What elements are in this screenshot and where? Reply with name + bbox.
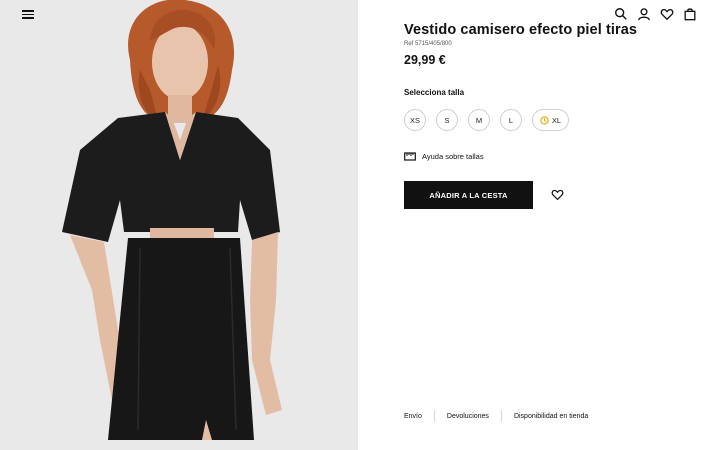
size-option-m[interactable]: M bbox=[468, 109, 490, 131]
store-availability-link[interactable]: Disponibilidad en tienda bbox=[514, 413, 588, 420]
heart-outline-icon[interactable] bbox=[551, 188, 564, 201]
size-option-xs[interactable]: XS bbox=[404, 109, 426, 131]
size-selector-label: Selecciona talla bbox=[404, 88, 465, 97]
size-option-xl-label: XL bbox=[551, 115, 562, 125]
size-guide-link[interactable]: Ayuda sobre tallas bbox=[404, 151, 484, 161]
size-guide-label: Ayuda sobre tallas bbox=[422, 151, 484, 161]
size-option-l[interactable]: L bbox=[500, 109, 522, 131]
search-icon[interactable] bbox=[614, 7, 628, 21]
hamburger-menu-icon[interactable] bbox=[22, 8, 34, 20]
product-ref: Ref 5715/405/800 bbox=[404, 41, 452, 47]
bag-icon[interactable] bbox=[683, 7, 697, 21]
divider bbox=[500, 410, 502, 422]
heart-icon[interactable] bbox=[660, 7, 674, 21]
size-option-s[interactable]: S bbox=[436, 109, 458, 131]
user-icon[interactable] bbox=[637, 7, 651, 21]
product-price: 29,99 € bbox=[404, 53, 446, 67]
model-wearing-dress-image bbox=[0, 0, 358, 450]
size-selector: XS S M L XL bbox=[404, 109, 569, 131]
returns-link[interactable]: Devoluciones bbox=[447, 413, 489, 420]
shipping-link[interactable]: Envío bbox=[404, 413, 422, 420]
ruler-icon bbox=[404, 152, 416, 161]
add-to-cart-button[interactable]: AÑADIR A LA CESTA bbox=[404, 181, 533, 209]
clock-icon bbox=[540, 115, 549, 125]
product-title: Vestido camisero efecto piel tiras bbox=[404, 22, 638, 38]
product-image bbox=[0, 0, 358, 450]
header-actions bbox=[614, 7, 697, 21]
product-footer-links: Envío Devoluciones Disponibilidad en tie… bbox=[404, 410, 588, 422]
divider bbox=[433, 410, 435, 422]
size-option-xl[interactable]: XL bbox=[532, 109, 569, 131]
